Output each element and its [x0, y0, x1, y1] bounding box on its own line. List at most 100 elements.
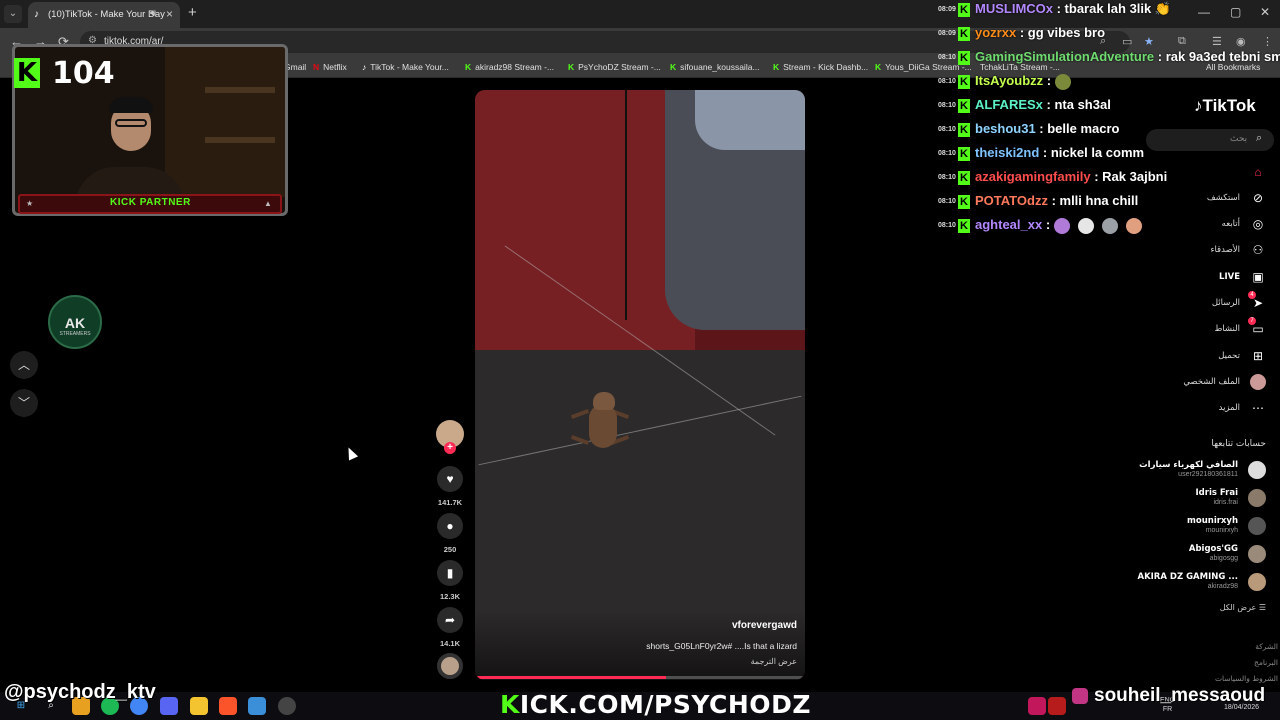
tray-icon[interactable]: [1048, 697, 1066, 715]
tray-icon[interactable]: [1028, 697, 1046, 715]
video-player[interactable]: vforevergawd shorts_G05LnF0yr2w# ....Is …: [475, 90, 805, 680]
nav-profile[interactable]: الملف الشخصي: [1146, 373, 1266, 393]
nav-label: الملف الشخصي: [1183, 377, 1240, 387]
bookmark-item[interactable]: Ksifouane_koussaila...: [670, 62, 760, 72]
tab-tiktok[interactable]: ♪ (10)TikTok - Make Your Day 🔊︎ ×: [28, 2, 180, 28]
chat-time: 08:10: [938, 54, 956, 61]
save-button[interactable]: ▮: [437, 560, 463, 586]
footer-link[interactable]: البرنامج: [1254, 658, 1278, 667]
nav-label: استكشف: [1206, 193, 1240, 203]
followed-account[interactable]: Idris Frai idris.frai: [1126, 488, 1266, 512]
audio-icon[interactable]: 🔊︎: [150, 8, 156, 19]
close-window-button[interactable]: ✕: [1260, 5, 1270, 19]
nav-following[interactable]: أتابعه ◎: [1146, 215, 1266, 235]
cast-icon[interactable]: ▭: [1122, 35, 1132, 48]
chat-username: yozrxx: [975, 25, 1017, 40]
ak-streamers-logo: AK STREAMERS: [48, 295, 102, 349]
account-handle: abigosgg: [1209, 555, 1238, 562]
chat-text: : belle macro: [1035, 121, 1120, 136]
search-icon[interactable]: ⌕: [1256, 132, 1262, 145]
messages-badge: 4: [1248, 291, 1256, 299]
extensions-icon[interactable]: ⧉: [1178, 35, 1186, 48]
search-input[interactable]: بحث ⌕: [1146, 129, 1274, 151]
like-button[interactable]: ♥: [437, 466, 463, 492]
profile-avatar-icon[interactable]: ◉: [1236, 35, 1246, 48]
emote-icon: [1054, 73, 1071, 90]
account-name: AKIRA DZ GAMING ...: [1137, 572, 1238, 582]
nav-upload[interactable]: تحميل ⊞: [1146, 347, 1266, 367]
nav-label: النشاط: [1214, 324, 1240, 334]
close-tab-icon[interactable]: ×: [166, 7, 173, 21]
app-icon[interactable]: [248, 697, 266, 715]
bookmark-item[interactable]: Kakiradz98 Stream -...: [465, 62, 554, 72]
video-progress-fill: [475, 676, 667, 679]
footer-link[interactable]: الشركة: [1255, 642, 1278, 651]
new-tab-button[interactable]: +: [188, 5, 197, 21]
next-video-button[interactable]: ﹀: [10, 389, 38, 417]
bookmark-icon: ▮: [446, 566, 454, 580]
bookmark-item[interactable]: K Stream - Kick Dashb...: [773, 62, 868, 72]
chat-text: : nickel la comm: [1039, 145, 1145, 160]
brave-icon[interactable]: [219, 697, 237, 715]
discord-icon[interactable]: [160, 697, 178, 715]
like-count: 141.7K: [437, 498, 463, 507]
lizard-head: [593, 392, 615, 410]
nav-label: المزيد: [1218, 403, 1240, 413]
nav-explore[interactable]: استكشف ⊘: [1146, 189, 1266, 209]
account-name: Idris Frai: [1195, 488, 1238, 498]
minimize-button[interactable]: —: [1198, 5, 1210, 19]
nav-activity[interactable]: النشاط ▭ 7: [1146, 317, 1266, 340]
menu-icon[interactable]: ⋮: [1262, 35, 1273, 48]
see-translation-link[interactable]: عرض الترجمة: [751, 657, 797, 666]
tab-search-button[interactable]: ⌄: [4, 5, 22, 23]
chat-username: GamingSimulationAdventure: [975, 49, 1155, 64]
nav-messages[interactable]: الرسائل ➤ 4: [1146, 291, 1266, 314]
lang-bottom: FR: [1162, 706, 1173, 713]
nav-live[interactable]: LIVE ▣: [1146, 268, 1266, 288]
bookmark-item[interactable]: K PsYchoDZ Stream -...: [568, 62, 661, 72]
nav-label: الرسائل: [1211, 298, 1240, 308]
followed-account[interactable]: AKIRA DZ GAMING ... akiradz98: [1126, 572, 1266, 596]
home-icon: ⌂: [1254, 165, 1262, 179]
kick-badge-icon: K: [958, 219, 970, 233]
tiktok-favicon-icon: ♪: [34, 9, 39, 20]
nav-home[interactable]: ⌂: [1146, 163, 1266, 183]
streamer-handle-left: @psychodz_ktv: [4, 681, 156, 703]
maximize-button[interactable]: ▢: [1230, 5, 1241, 19]
nav-more[interactable]: المزيد ⋯: [1146, 399, 1266, 419]
previous-video-button[interactable]: ︿: [10, 351, 38, 379]
share-icon: ➦: [444, 613, 456, 627]
streamer-cap: [109, 97, 153, 113]
tab-title: (10)TikTok - Make Your Day: [48, 9, 165, 20]
comment-button[interactable]: ●: [437, 513, 463, 539]
video-username[interactable]: vforevergawd: [732, 620, 797, 631]
bookmark-item[interactable]: N Netflix: [313, 62, 347, 72]
chat-text: : mlli hna chill: [1047, 193, 1139, 208]
folder-icon[interactable]: [190, 697, 208, 715]
account-handle: akiradz98: [1207, 583, 1238, 590]
reading-list-icon[interactable]: ☰: [1212, 35, 1222, 48]
followed-account[interactable]: الصافي لكهرباء سيارات user292180361811: [1126, 460, 1266, 484]
comment-count: 250: [443, 545, 457, 554]
nav-friends[interactable]: الأصدقاء ⚇: [1146, 241, 1266, 261]
see-all-link[interactable]: عرض الكل ☰: [1220, 603, 1266, 612]
account-name: mounirxyh: [1187, 516, 1238, 526]
chevron-up-icon: ︿: [17, 358, 30, 372]
kick-badge-icon: K: [958, 99, 970, 113]
kick-icon: K: [670, 62, 677, 72]
tiktok-logo[interactable]: ♪TikTok: [1194, 96, 1256, 116]
account-handle: idris.frai: [1213, 499, 1238, 506]
music-disc-icon[interactable]: [437, 653, 463, 679]
follow-plus-icon[interactable]: +: [444, 442, 456, 454]
instagram-handle: souheil_messaoud: [1072, 685, 1265, 707]
avatar: [1248, 489, 1266, 507]
bookmark-item[interactable]: ♪ TikTok - Make Your...: [362, 62, 449, 72]
followed-account[interactable]: mounirxyh mounirxyh: [1126, 516, 1266, 540]
video-progress-bar[interactable]: [475, 676, 805, 679]
bookmark-star-icon[interactable]: ★: [1144, 35, 1154, 48]
share-button[interactable]: ➦: [437, 607, 463, 633]
footer-link[interactable]: الشروط والسياسات: [1215, 674, 1278, 683]
obs-icon[interactable]: [278, 697, 296, 715]
logo-text: TikTok: [1202, 96, 1256, 115]
followed-account[interactable]: Abigos'GG abigosgg: [1126, 544, 1266, 568]
